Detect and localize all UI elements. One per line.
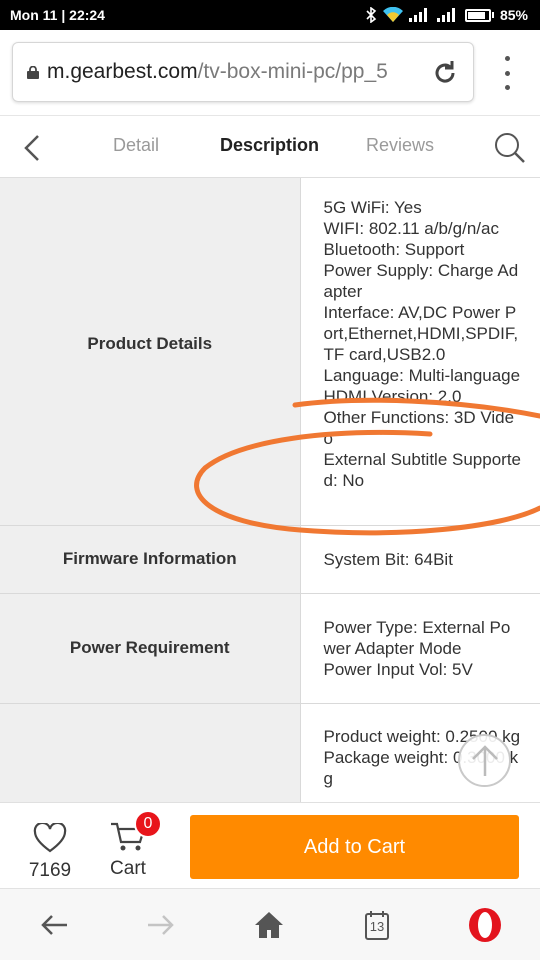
tabs-switcher-icon[interactable]: 13	[359, 907, 395, 943]
reload-icon[interactable]	[431, 59, 459, 87]
battery-icon	[464, 8, 494, 22]
spec-label: Firmware Information	[0, 525, 301, 594]
opera-menu-icon[interactable]	[467, 907, 503, 943]
favorites-count: 7169	[28, 860, 72, 881]
table-row: Product Details 5G WiFi: Yes WIFI: 802.1…	[0, 178, 540, 526]
spec-label: Power Requirement	[0, 593, 301, 704]
description-content: Product Details 5G WiFi: Yes WIFI: 802.1…	[0, 178, 540, 802]
spec-label	[0, 703, 301, 802]
search-icon[interactable]	[492, 130, 526, 164]
bluetooth-icon	[366, 7, 377, 23]
tab-reviews[interactable]: Reviews	[366, 135, 434, 156]
back-chevron-icon[interactable]	[22, 134, 42, 162]
spec-label: Product Details	[0, 178, 301, 526]
spec-value: System Bit: 64Bit	[300, 525, 540, 594]
spec-value: Power Type: External Power Adapter Mode …	[300, 593, 540, 704]
tab-detail[interactable]: Detail	[113, 135, 159, 156]
status-bar: Mon 11 | 22:24 85%	[0, 0, 540, 30]
cart-count-badge: 0	[134, 810, 162, 838]
lock-icon	[27, 65, 39, 79]
spec-table: Product Details 5G WiFi: Yes WIFI: 802.1…	[0, 178, 540, 802]
browser-toolbar: m.gearbest.com/tv-box-mini-pc/pp_5	[0, 30, 540, 116]
scroll-to-top-button[interactable]	[458, 734, 511, 787]
favorite-button[interactable]: 7169	[24, 821, 76, 882]
forward-arrow-icon[interactable]	[143, 907, 179, 943]
signal-icon	[408, 8, 427, 22]
product-tab-bar: Detail Description Reviews	[0, 116, 540, 178]
cart-action-bar: 7169 Cart 0 Add to Cart	[0, 802, 540, 888]
address-bar[interactable]: m.gearbest.com/tv-box-mini-pc/pp_5	[12, 42, 474, 102]
cart-label: Cart	[110, 858, 146, 879]
tab-count: 13	[369, 918, 385, 934]
url-path: /tv-box-mini-pc/pp_5	[197, 60, 388, 83]
arrow-up-icon	[471, 744, 498, 776]
table-row: Power Requirement Power Type: External P…	[0, 593, 540, 704]
menu-more-icon[interactable]	[500, 56, 514, 90]
status-icons: 85%	[365, 7, 528, 23]
browser-bottom-nav: 13	[0, 888, 540, 960]
url-domain: m.gearbest.com	[47, 60, 198, 83]
table-row: Firmware Information System Bit: 64Bit	[0, 525, 540, 594]
back-arrow-icon[interactable]	[36, 907, 72, 943]
spec-value: 5G WiFi: Yes WIFI: 802.11 a/b/g/n/ac Blu…	[300, 178, 540, 526]
wifi-icon	[382, 7, 403, 22]
tab-description[interactable]: Description	[220, 135, 319, 156]
status-time: Mon 11 | 22:24	[10, 7, 105, 23]
url-text[interactable]: m.gearbest.com/tv-box-mini-pc/pp_5	[47, 60, 388, 84]
battery-percent: 85%	[499, 7, 528, 23]
home-icon[interactable]	[251, 907, 287, 943]
heart-icon	[33, 821, 67, 853]
signal-icon	[436, 8, 455, 22]
add-to-cart-button[interactable]: Add to Cart	[190, 815, 519, 879]
